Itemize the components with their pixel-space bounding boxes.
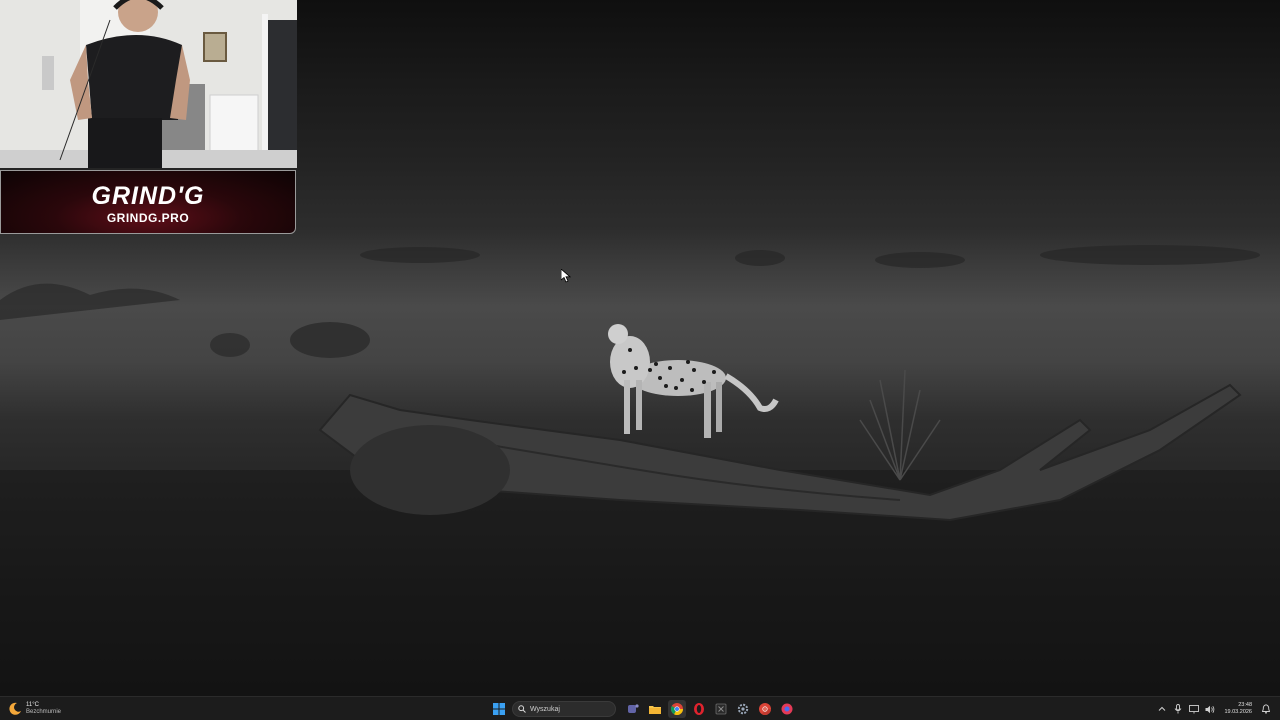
system-tray: 23:48 19.03.2026 bbox=[1154, 699, 1274, 719]
opera-icon bbox=[694, 703, 704, 715]
file-explorer-button[interactable] bbox=[646, 700, 664, 718]
chrome-icon bbox=[759, 703, 771, 715]
weather-condition: Bezchmurnie bbox=[26, 709, 62, 715]
taskbar: 11°C Bezchmurnie Wyszukaj 23:48 19.03.20… bbox=[0, 696, 1280, 720]
app-icon bbox=[781, 703, 793, 715]
notification-button[interactable] bbox=[1261, 704, 1271, 714]
teams-button[interactable] bbox=[624, 700, 642, 718]
tray-overflow-button[interactable] bbox=[1157, 704, 1167, 714]
taskbar-center: Wyszukaj bbox=[488, 699, 798, 719]
start-button[interactable] bbox=[490, 700, 508, 718]
chrome-icon bbox=[671, 703, 683, 715]
excel-button[interactable] bbox=[712, 700, 730, 718]
settings-button[interactable] bbox=[734, 700, 752, 718]
excel-icon bbox=[715, 703, 727, 715]
weather-text: 11°C Bezchmurnie bbox=[26, 702, 61, 716]
moon-weather-icon bbox=[9, 702, 21, 715]
brand-url-text: GRINDG.PRO bbox=[106, 211, 190, 225]
volume-tray-button[interactable] bbox=[1205, 704, 1215, 714]
chrome-profile-button[interactable] bbox=[756, 700, 774, 718]
brand-banner: GRIND'G GRINDG.PRO bbox=[0, 170, 296, 234]
network-icon bbox=[1189, 704, 1200, 713]
clock-time: 23:48 bbox=[1238, 702, 1252, 708]
taskbar-clock[interactable]: 23:48 19.03.2026 bbox=[1224, 702, 1252, 716]
teams-icon bbox=[628, 704, 639, 713]
chevron-up-icon bbox=[1159, 706, 1166, 711]
speaker-icon bbox=[1205, 705, 1215, 713]
desktop: GRIND'G GRINDG.PRO 11°C Bezchmurnie Wysz… bbox=[0, 0, 1280, 720]
weather-temperature: 11°C bbox=[26, 702, 39, 708]
chrome-button[interactable] bbox=[668, 700, 686, 718]
windows-logo-icon bbox=[493, 703, 505, 715]
notification-bell-icon bbox=[1262, 704, 1270, 714]
microphone-icon bbox=[1175, 704, 1182, 714]
opera-button[interactable] bbox=[690, 700, 708, 718]
weather-widget[interactable]: 11°C Bezchmurnie bbox=[8, 699, 61, 719]
network-tray-button[interactable] bbox=[1189, 704, 1200, 714]
app-button[interactable] bbox=[778, 700, 796, 718]
gear-icon bbox=[737, 703, 749, 715]
search-placeholder: Wyszukaj bbox=[530, 705, 560, 713]
webcam-overlay bbox=[0, 0, 297, 168]
folder-icon bbox=[649, 706, 661, 714]
search-icon bbox=[518, 705, 526, 713]
mouse-cursor-icon bbox=[561, 269, 571, 283]
brand-logo-text: GRIND'G bbox=[91, 182, 205, 210]
taskbar-search-box[interactable]: Wyszukaj bbox=[512, 701, 616, 717]
microphone-tray-button[interactable] bbox=[1173, 704, 1183, 714]
clock-date: 19.03.2026 bbox=[1224, 709, 1252, 715]
